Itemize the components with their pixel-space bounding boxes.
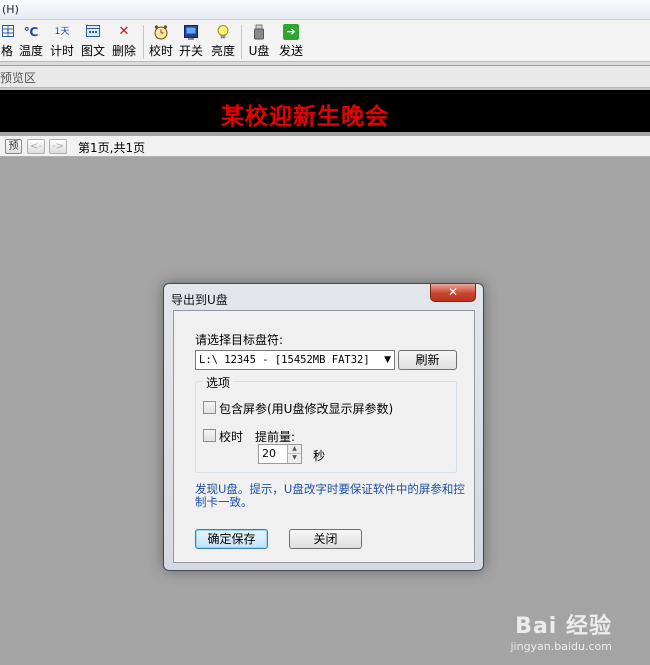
temperature-icon: ℃ bbox=[23, 25, 39, 39]
drive-select[interactable]: L:\ 12345 - [15452MB FAT32] ▼ bbox=[195, 350, 395, 370]
table-icon bbox=[0, 24, 16, 40]
toolbar-power-switch-button[interactable]: 开关 bbox=[178, 24, 204, 60]
watermark-url: jingyan.baidu.com bbox=[510, 640, 612, 653]
clock-sync-icon bbox=[153, 24, 169, 40]
toolbar-temperature-label: 温度 bbox=[18, 44, 43, 58]
advance-seconds-spinner[interactable]: 20 ▲ ▼ bbox=[258, 444, 302, 464]
close-button[interactable]: 关闭 bbox=[289, 529, 362, 549]
toolbar-brightness-button[interactable]: 亮度 bbox=[210, 24, 236, 60]
next-page-button[interactable]: -> bbox=[49, 139, 67, 154]
usb-detected-message: 发现U盘。提示，U盘改字时要保证软件中的屏参和控制卡一致。 bbox=[195, 482, 465, 509]
toolbar-table-label: 格 bbox=[0, 44, 13, 58]
dialog-title: 导出到U盘 bbox=[171, 293, 228, 307]
toolbar-separator bbox=[241, 25, 242, 59]
pager-bar: 预 <- -> 第1页,共1页 bbox=[0, 136, 650, 157]
sync-time-checkbox[interactable] bbox=[203, 429, 216, 442]
advance-label: 提前量: bbox=[255, 430, 296, 444]
refresh-button[interactable]: 刷新 bbox=[398, 350, 457, 370]
toolbar: 格 ℃ 温度 1天 计时 图文 ✕ 删除 校时 开关 亮度 U盘 ➔ 发送 bbox=[0, 20, 650, 62]
toolbar-send-button[interactable]: ➔ 发送 bbox=[278, 24, 304, 60]
image-text-icon bbox=[85, 24, 101, 40]
send-arrow-icon: ➔ bbox=[283, 24, 299, 40]
window-title-strip: (H) bbox=[0, 0, 650, 20]
timer-icon: 1天 bbox=[54, 27, 70, 37]
spinner-down-icon[interactable]: ▼ bbox=[287, 454, 301, 463]
watermark-brand: Bai 经验 bbox=[515, 614, 612, 639]
sync-time-label: 校时 bbox=[219, 430, 244, 444]
page-info: 第1页,共1页 bbox=[78, 141, 146, 155]
preview-header-label: 预览区 bbox=[0, 71, 37, 85]
led-banner-text: 某校迎新生晚会 bbox=[221, 103, 389, 130]
toolbar-timer-label: 计时 bbox=[49, 44, 74, 58]
led-preview-banner: 某校迎新生晚会 bbox=[0, 88, 650, 132]
advance-seconds-value: 20 bbox=[262, 447, 276, 460]
include-params-checkbox[interactable] bbox=[203, 401, 216, 414]
toolbar-usb-label: U盘 bbox=[248, 44, 270, 58]
options-group-title: 选项 bbox=[203, 374, 234, 391]
drive-select-value: L:\ 12345 - [15452MB FAT32] bbox=[199, 354, 370, 366]
toolbar-separator bbox=[143, 25, 144, 59]
toolbar-clock-sync-button[interactable]: 校时 bbox=[148, 24, 174, 60]
toolbar-delete-button[interactable]: ✕ 删除 bbox=[111, 24, 137, 60]
brightness-bulb-icon bbox=[215, 24, 231, 40]
chevron-down-icon: ▼ bbox=[384, 355, 391, 365]
help-menu[interactable]: (H) bbox=[2, 3, 19, 16]
target-drive-label: 请选择目标盘符: bbox=[195, 333, 284, 347]
preview-header: 预览区 bbox=[0, 66, 650, 88]
options-group bbox=[195, 381, 457, 473]
preview-button[interactable]: 预 bbox=[5, 139, 22, 154]
toolbar-usb-button[interactable]: U盘 bbox=[246, 24, 272, 60]
toolbar-timer-button[interactable]: 1天 计时 bbox=[49, 24, 75, 60]
toolbar-image-text-button[interactable]: 图文 bbox=[80, 24, 106, 60]
include-params-label: 包含屏参(用U盘修改显示屏参数) bbox=[219, 402, 394, 416]
dialog-close-button[interactable]: ✕ bbox=[430, 284, 476, 302]
seconds-unit-label: 秒 bbox=[313, 449, 326, 463]
delete-icon: ✕ bbox=[118, 24, 130, 39]
toolbar-delete-label: 删除 bbox=[111, 44, 136, 58]
toolbar-send-label: 发送 bbox=[278, 44, 303, 58]
toolbar-brightness-label: 亮度 bbox=[210, 44, 235, 58]
save-button[interactable]: 确定保存 bbox=[195, 529, 268, 549]
prev-page-button[interactable]: <- bbox=[27, 139, 45, 154]
spinner-up-icon[interactable]: ▲ bbox=[287, 445, 301, 454]
export-usb-dialog: 导出到U盘 ✕ 请选择目标盘符: L:\ 12345 - [15452MB FA… bbox=[163, 283, 484, 571]
dialog-body: 请选择目标盘符: L:\ 12345 - [15452MB FAT32] ▼ 刷… bbox=[173, 310, 475, 563]
toolbar-power-switch-label: 开关 bbox=[178, 44, 203, 58]
toolbar-image-text-label: 图文 bbox=[80, 44, 105, 58]
toolbar-clock-sync-label: 校时 bbox=[148, 44, 173, 58]
power-switch-icon bbox=[183, 24, 199, 40]
watermark: Bai 经验 jingyan.baidu.com bbox=[510, 608, 612, 653]
toolbar-table-button[interactable]: 格 bbox=[0, 24, 14, 60]
toolbar-temperature-button[interactable]: ℃ 温度 bbox=[18, 24, 44, 60]
usb-drive-icon bbox=[251, 24, 267, 40]
close-icon: ✕ bbox=[447, 285, 459, 299]
